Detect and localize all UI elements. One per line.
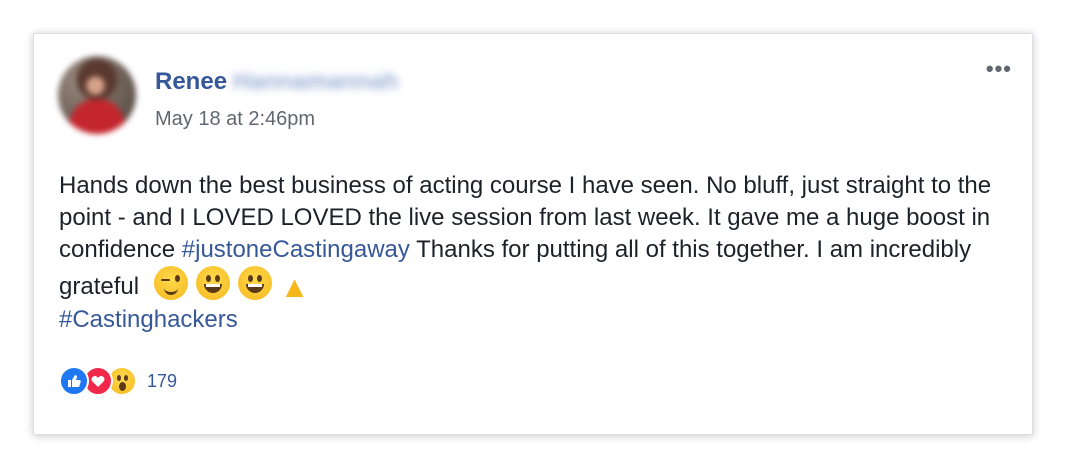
winking-face-icon: [153, 266, 188, 300]
author-avatar[interactable]: [58, 56, 136, 134]
author-last-name-blurred[interactable]: Hannamannah: [233, 68, 398, 96]
hashtag-link[interactable]: #justoneCastingaway: [182, 236, 410, 263]
more-options-icon[interactable]: •••: [986, 58, 1012, 80]
post-timestamp[interactable]: May 18 at 2:46pm: [155, 108, 315, 131]
hashtag-link[interactable]: #Castinghackers: [59, 306, 238, 333]
folded-hands-icon: ▲: [279, 271, 310, 304]
like-icon: [59, 366, 89, 396]
author-first-name[interactable]: Renee: [155, 68, 227, 95]
grinning-face-icon: [237, 266, 272, 300]
reactions-bar[interactable]: 179: [59, 366, 177, 396]
author-name[interactable]: Renee Hannamannah: [155, 68, 398, 96]
grinning-face-icon: [195, 266, 230, 300]
reaction-count[interactable]: 179: [147, 371, 177, 392]
post-body: Hands down the best business of acting c…: [59, 170, 1009, 336]
post-card: Renee Hannamannah May 18 at 2:46pm ••• Ha…: [33, 33, 1033, 435]
